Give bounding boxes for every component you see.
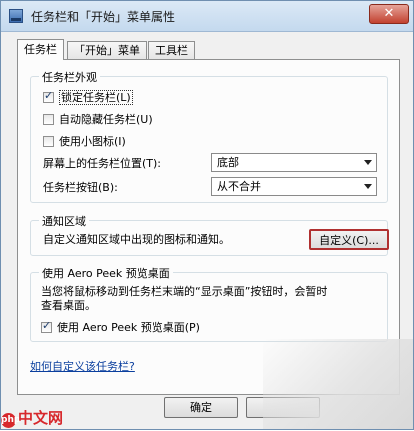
tab-start-menu[interactable]: 「开始」菜单 [67,41,147,59]
tab-taskbar[interactable]: 任务栏 [17,39,64,60]
autohide-taskbar-option[interactable]: 自动隐藏任务栏(U) [43,111,153,127]
aero-peek-description-line2: 查看桌面。 [41,299,96,312]
site-watermark: php中文网 [1,407,101,431]
window-title: 任务栏和「开始」菜单属性 [31,10,176,24]
properties-dialog: 任务栏和「开始」菜单属性 ✕ 任务栏 「开始」菜单 工具栏 任务栏外观 锁定任务… [0,0,414,430]
watermark-text: 中文网 [18,409,64,427]
small-icons-label: 使用小图标(I) [59,135,126,148]
taskbar-position-value: 底部 [217,156,239,169]
group-notification-area: 通知区域 自定义通知区域中出现的图标和通知。 自定义(C)... [30,213,389,256]
corner-fade-overlay [263,339,413,429]
lock-taskbar-label: 锁定任务栏(L) [59,90,133,105]
customize-button[interactable]: 自定义(C)... [309,229,389,250]
notification-description: 自定义通知区域中出现的图标和通知。 [43,233,230,246]
lock-taskbar-checkbox[interactable] [43,89,54,103]
group-legend-aero-peek: 使用 Aero Peek 预览桌面 [39,265,173,281]
lock-taskbar-option[interactable]: 锁定任务栏(L) [43,89,133,105]
taskbar-app-icon [9,9,23,23]
group-legend-notification: 通知区域 [39,213,89,229]
small-icons-option[interactable]: 使用小图标(I) [43,133,126,149]
aero-peek-checkbox[interactable] [41,319,52,333]
taskbar-position-label: 屏幕上的任务栏位置(T): [43,157,162,170]
ok-button[interactable]: 确定 [164,397,238,418]
chevron-down-icon [364,160,372,165]
small-icons-checkbox[interactable] [43,136,54,147]
group-legend-appearance: 任务栏外观 [39,69,100,85]
close-button[interactable]: ✕ [369,4,409,24]
title-bar[interactable]: 任务栏和「开始」菜单属性 ✕ [1,1,413,32]
chevron-down-icon [364,184,372,189]
group-taskbar-appearance: 任务栏外观 锁定任务栏(L) 自动隐藏任务栏(U) 使用小图标(I) 屏幕上的任… [30,69,388,203]
autohide-checkbox[interactable] [43,114,54,125]
taskbar-buttons-select[interactable]: 从不合并 [211,177,377,196]
group-aero-peek: 使用 Aero Peek 预览桌面 当您将鼠标移动到任务栏末端的“显示桌面”按钮… [30,265,388,342]
customize-taskbar-help-link[interactable]: 如何自定义该任务栏? [30,358,135,374]
php-logo-icon: php [1,413,20,428]
aero-peek-option[interactable]: 使用 Aero Peek 预览桌面(P) [41,319,200,335]
taskbar-buttons-label: 任务栏按钮(B): [43,181,118,194]
taskbar-buttons-value: 从不合并 [217,180,261,193]
taskbar-position-select[interactable]: 底部 [211,153,377,172]
aero-peek-label: 使用 Aero Peek 预览桌面(P) [57,321,200,334]
autohide-label: 自动隐藏任务栏(U) [59,113,153,126]
tab-toolbars[interactable]: 工具栏 [148,41,195,59]
